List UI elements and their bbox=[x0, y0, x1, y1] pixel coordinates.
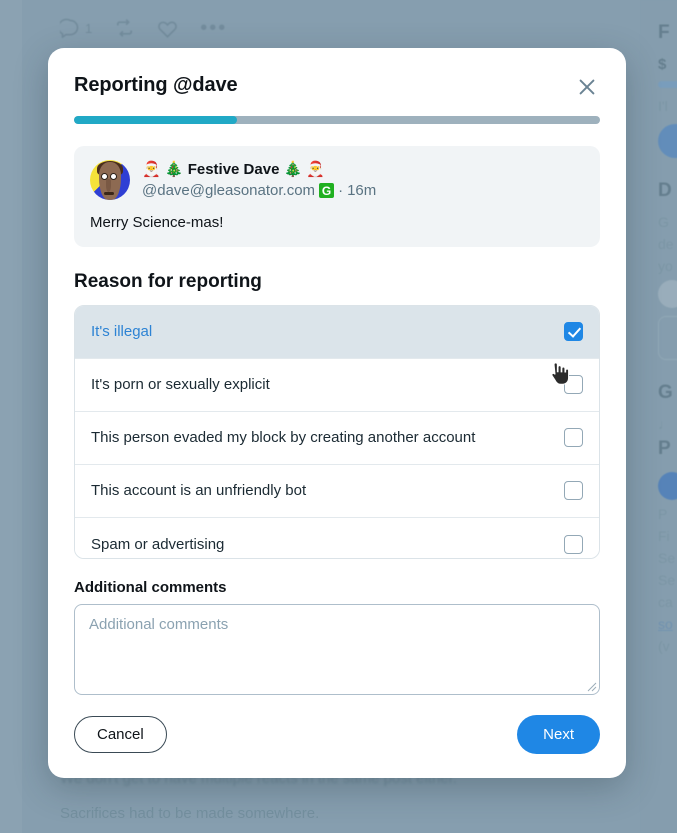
reason-row[interactable]: It's porn or sexually explicit bbox=[75, 358, 599, 412]
reason-checkbox[interactable] bbox=[564, 428, 583, 448]
close-icon[interactable] bbox=[574, 74, 600, 100]
reason-label: This person evaded my block by creating … bbox=[91, 429, 476, 447]
status-meta-row: @dave@gleasonator.com G · 16m bbox=[142, 180, 376, 202]
avatar-nose bbox=[106, 178, 111, 192]
page-title: Reporting @dave bbox=[74, 74, 238, 96]
reason-row[interactable]: It's illegal bbox=[75, 305, 599, 359]
avatar-mouth bbox=[104, 191, 114, 195]
status-content: Merry Science-mas! bbox=[90, 213, 224, 231]
additional-comments-label: Additional comments bbox=[74, 578, 227, 596]
reason-label: This account is an unfriendly bot bbox=[91, 482, 307, 500]
avatar bbox=[90, 159, 130, 200]
status-header: 🎅 🎄 Festive Dave 🎄 🎅 @dave@gleasonator.c… bbox=[90, 159, 584, 202]
gleasonator-badge-icon: G bbox=[319, 183, 335, 199]
modal-header: Reporting @dave bbox=[48, 48, 626, 100]
reason-label: Spam or advertising bbox=[91, 535, 225, 553]
reason-checkbox[interactable] bbox=[564, 481, 583, 501]
modal-footer: Cancel Next bbox=[48, 695, 626, 778]
meta-separator: · bbox=[338, 181, 344, 199]
reason-label: It's illegal bbox=[91, 323, 153, 341]
reason-checkbox[interactable] bbox=[564, 375, 583, 395]
status-name-block: 🎅 🎄 Festive Dave 🎄 🎅 @dave@gleasonator.c… bbox=[142, 160, 376, 202]
additional-comments-input[interactable] bbox=[74, 603, 600, 695]
account-handle: @dave@gleasonator.com bbox=[142, 181, 316, 199]
reason-section-heading: Reason for reporting bbox=[74, 270, 262, 292]
reported-status-card: 🎅 🎄 Festive Dave 🎄 🎅 @dave@gleasonator.c… bbox=[74, 145, 600, 247]
reason-row[interactable]: This account is an unfriendly bot bbox=[75, 464, 599, 518]
report-progress-fill bbox=[74, 116, 238, 124]
cancel-button[interactable]: Cancel bbox=[74, 716, 167, 753]
reason-row[interactable]: Spam or advertising bbox=[75, 517, 599, 558]
next-button[interactable]: Next bbox=[517, 715, 600, 754]
report-modal: Reporting @dave 🎅 🎄 Festive Dave 🎄 🎅 @da… bbox=[48, 48, 626, 778]
reason-checkbox-checked[interactable] bbox=[564, 322, 583, 342]
report-progress-bar bbox=[74, 116, 600, 124]
reason-checkbox[interactable] bbox=[564, 534, 583, 554]
reason-row[interactable]: This person evaded my block by creating … bbox=[75, 411, 599, 465]
reason-label: It's porn or sexually explicit bbox=[91, 376, 270, 394]
status-timestamp: 16m bbox=[347, 181, 377, 199]
reason-list: It's illegal It's porn or sexually explic… bbox=[74, 304, 600, 559]
avatar-eye-right bbox=[110, 172, 117, 180]
display-name: 🎅 🎄 Festive Dave 🎄 🎅 bbox=[142, 160, 326, 178]
